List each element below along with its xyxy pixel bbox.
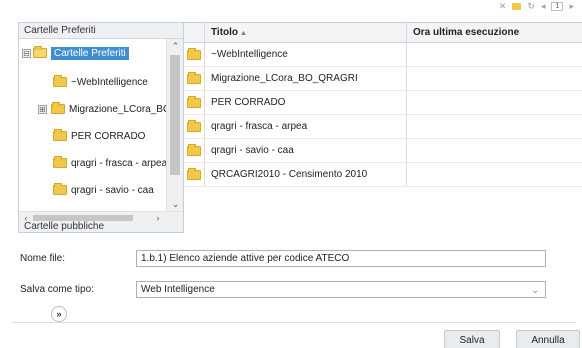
expand-icon[interactable]: ⊞ xyxy=(38,104,47,114)
tree-header: Cartelle Preferiti xyxy=(19,23,183,39)
tree-item-label: ~WebIntelligence xyxy=(71,76,148,88)
list-row-title: qragri - savio - caa xyxy=(204,139,406,162)
list-row-date xyxy=(406,67,582,90)
list-row-title: ~WebIntelligence xyxy=(204,43,406,66)
tree-item-webintelligence[interactable]: ~WebIntelligence xyxy=(53,72,148,92)
folder-icon xyxy=(187,95,201,108)
tree-item-label: qragri - frasca - arpea xyxy=(71,157,167,169)
refresh-icon[interactable]: ↻ xyxy=(527,1,535,11)
title-column-label: Titolo xyxy=(211,27,239,38)
prev-page-icon[interactable]: ◂ xyxy=(541,1,546,11)
list-row[interactable]: ~WebIntelligence xyxy=(184,43,582,67)
list-row-date xyxy=(406,43,582,66)
icon-column-header xyxy=(184,23,204,42)
list-row-date xyxy=(406,139,582,162)
divider xyxy=(12,322,576,323)
file-list-panel: Titolo ▲ Ora ultima esecuzione ~WebIntell… xyxy=(184,22,582,214)
list-header: Titolo ▲ Ora ultima esecuzione xyxy=(184,23,582,43)
public-folders-header[interactable]: Cartelle pubbliche xyxy=(18,221,184,233)
collapse-icon[interactable]: ⊟ xyxy=(22,48,31,58)
favorites-tree-panel: Cartelle Preferiti ⊟ Cartelle Preferiti … xyxy=(18,22,184,232)
next-page-icon[interactable]: ▸ xyxy=(569,1,574,11)
folder-icon[interactable] xyxy=(512,2,522,10)
list-row-date xyxy=(406,163,582,186)
save-button[interactable]: Salva xyxy=(444,330,500,348)
chevron-down-icon[interactable]: ⌄ xyxy=(531,283,539,298)
folder-icon xyxy=(187,47,201,60)
title-column-header[interactable]: Titolo ▲ xyxy=(204,23,406,42)
list-row-title: Migrazione_LCora_BO_QRAGRI xyxy=(204,67,406,90)
list-row[interactable]: qragri - frasca - arpea xyxy=(184,115,582,139)
tree-item-label: qragri - savio - caa xyxy=(71,184,154,196)
folder-icon xyxy=(187,119,201,132)
tree-item-migrazione[interactable]: ⊞ Migrazione_LCora_BO_QR xyxy=(38,99,167,119)
page-number-field[interactable]: 1 xyxy=(551,1,564,11)
folder-icon xyxy=(51,102,65,114)
top-strip: ✕ ↻ ◂ 1 ▸ xyxy=(0,0,582,14)
cancel-button[interactable]: Annulla xyxy=(516,330,580,348)
list-row-date xyxy=(406,115,582,138)
tree-item-label: Migrazione_LCora_BO_QR xyxy=(69,103,167,115)
list-row-title: PER CORRADO xyxy=(204,91,406,114)
tree-item-per-corrado[interactable]: PER CORRADO xyxy=(53,126,145,146)
folder-icon xyxy=(187,71,201,84)
save-as-type-value: Web Intelligence xyxy=(141,284,215,295)
list-row[interactable]: PER CORRADO xyxy=(184,91,582,115)
sort-ascending-icon: ▲ xyxy=(240,30,247,37)
tree-item-cartelle-preferiti[interactable]: ⊟ Cartelle Preferiti xyxy=(22,43,129,63)
scrollbar-thumb[interactable] xyxy=(170,55,180,175)
save-as-type-label: Salva come tipo: xyxy=(20,284,94,295)
folder-icon xyxy=(53,156,67,168)
folder-icon xyxy=(53,129,67,141)
folder-icon xyxy=(187,143,201,156)
tree-item-qragri-frasca-arpea[interactable]: qragri - frasca - arpea xyxy=(53,153,167,173)
tree-item-label: Cartelle Preferiti xyxy=(51,46,129,60)
close-x-icon[interactable]: ✕ xyxy=(499,1,507,11)
last-run-column-header[interactable]: Ora ultima esecuzione xyxy=(406,23,582,42)
tree-item-qragri-savio-caa[interactable]: qragri - savio - caa xyxy=(53,180,154,200)
top-toolbar: ✕ ↻ ◂ 1 ▸ xyxy=(499,0,574,12)
scroll-up-icon[interactable]: ⌃ xyxy=(167,39,184,53)
save-as-type-select[interactable]: Web Intelligence ⌄ xyxy=(136,281,546,298)
folder-icon xyxy=(53,183,67,195)
tree-item-label: PER CORRADO xyxy=(71,130,146,142)
file-name-input[interactable]: 1.b.1) Elenco aziende attive per codice … xyxy=(136,250,546,267)
folder-icon xyxy=(187,167,201,180)
list-row-date xyxy=(406,91,582,114)
scroll-down-icon[interactable]: ⌄ xyxy=(167,197,184,211)
tree-vertical-scrollbar[interactable]: ⌃ ⌄ xyxy=(166,39,183,211)
list-row[interactable]: qragri - savio - caa xyxy=(184,139,582,163)
list-row-title: QRCAGRI2010 - Censimento 2010 xyxy=(204,163,406,186)
expand-options-button[interactable]: » xyxy=(51,306,67,322)
list-row-title: qragri - frasca - arpea xyxy=(204,115,406,138)
file-name-label: Nome file: xyxy=(20,253,66,264)
folder-open-icon xyxy=(33,46,47,58)
folder-icon xyxy=(53,75,67,87)
list-row[interactable]: Migrazione_LCora_BO_QRAGRI xyxy=(184,67,582,91)
tree-body: ⊟ Cartelle Preferiti ~WebIntelligence ⊞ … xyxy=(19,39,167,211)
list-row[interactable]: QRCAGRI2010 - Censimento 2010 xyxy=(184,163,582,187)
